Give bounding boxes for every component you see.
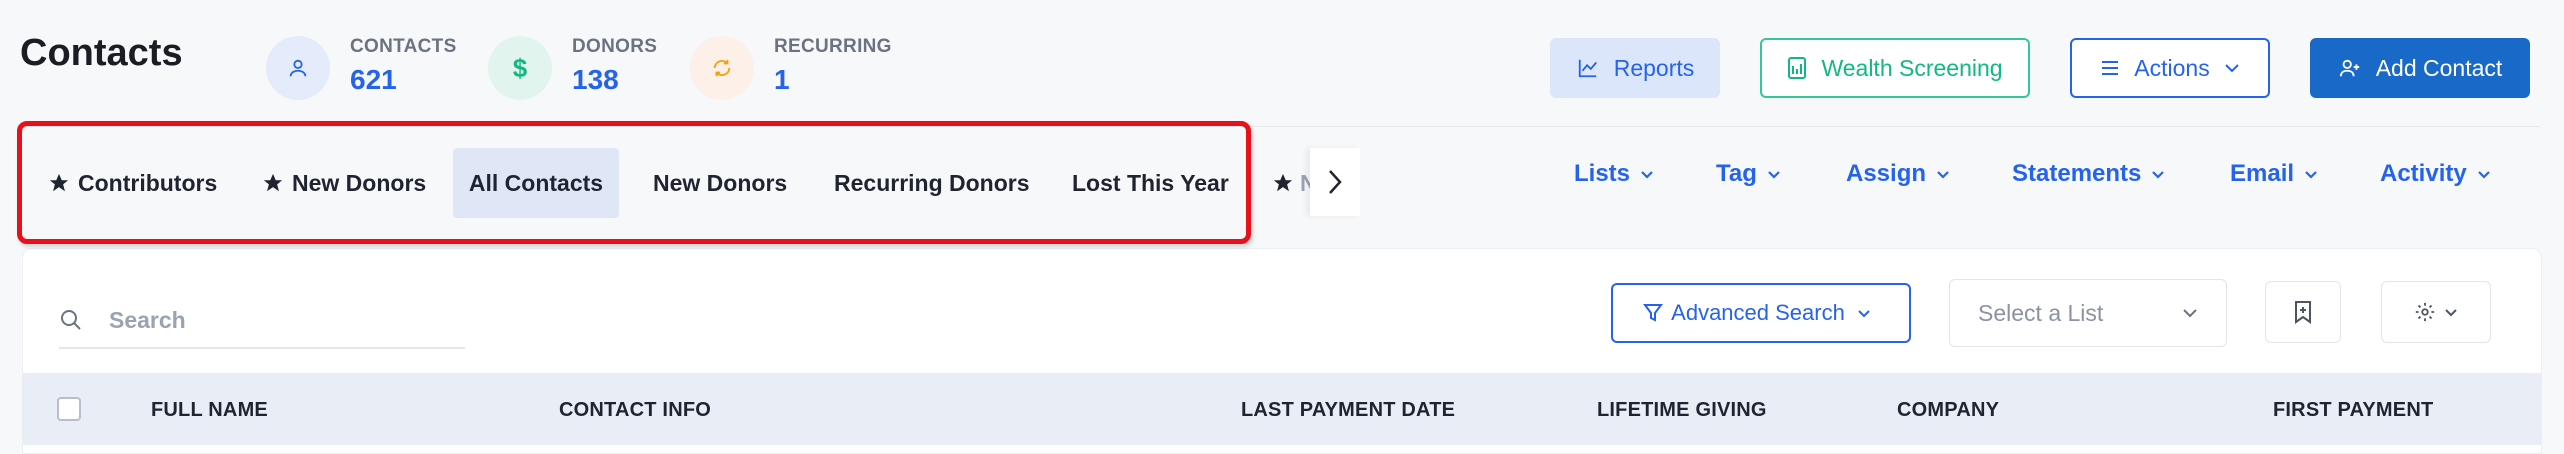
stat-label: CONTACTS — [350, 36, 457, 57]
select-all-checkbox[interactable] — [57, 397, 81, 421]
gear-icon — [2415, 302, 2435, 322]
tab-lost-this-year[interactable]: Lost This Year — [1052, 148, 1249, 218]
bookmark-plus-icon — [2295, 301, 2311, 324]
chevron-down-icon — [2305, 170, 2317, 179]
stat-label: DONORS — [572, 36, 658, 57]
tab-label: Recurring Donors — [834, 169, 1030, 196]
column-contact-info[interactable]: CONTACT INFO — [559, 399, 711, 422]
menu-activity[interactable]: Activity — [2380, 160, 2491, 188]
search-icon — [61, 310, 81, 330]
tab-label: All Contacts — [468, 169, 604, 196]
stat-label: RECURRING — [774, 36, 892, 57]
tab-contributors[interactable]: Contributors — [28, 148, 237, 218]
tab-new-donors[interactable]: New Donors — [633, 148, 807, 218]
user-icon — [266, 36, 330, 100]
stat-value: 138 — [572, 64, 619, 95]
star-icon — [49, 173, 69, 192]
wealth-screening-button[interactable]: Wealth Screening — [1760, 38, 2030, 98]
actions-button[interactable]: Actions — [2070, 38, 2270, 98]
column-first-payment[interactable]: FIRST PAYMENT — [2273, 399, 2433, 422]
menu-label: Lists — [1574, 160, 1631, 187]
table-header: FULL NAME CONTACT INFO LAST PAYMENT DATE… — [23, 373, 2541, 445]
chevron-down-icon — [1641, 170, 1653, 179]
chevron-down-icon — [2152, 170, 2165, 179]
page-title: Contacts — [20, 32, 183, 74]
user-plus-icon — [2339, 59, 2359, 77]
stat-recurring: RECURRING 1 — [690, 36, 892, 102]
menu-lists[interactable]: Lists — [1574, 160, 1654, 188]
advanced-search-button[interactable]: Advanced Search — [1611, 283, 1911, 343]
column-lifetime-giving[interactable]: LIFETIME GIVING — [1597, 399, 1767, 422]
star-icon — [1273, 173, 1293, 192]
tab-label: Contributors — [78, 169, 218, 196]
chevron-down-icon — [2183, 309, 2197, 318]
menu-tag[interactable]: Tag — [1716, 160, 1781, 188]
advanced-search-label: Advanced Search — [1671, 300, 1845, 325]
chevron-right-icon — [1329, 170, 1342, 194]
search-box — [59, 293, 465, 349]
refresh-icon — [690, 36, 754, 100]
chevron-down-icon — [1937, 170, 1949, 179]
tab-recurring-donors[interactable]: Recurring Donors — [814, 148, 1050, 218]
page-header: Contacts CONTACTS 621 $ DONORS 138 RECUR… — [0, 0, 2564, 128]
tab-new-donors-starred[interactable]: New Donors — [242, 148, 446, 218]
reports-label: Reports — [1613, 54, 1695, 81]
column-last-payment-date[interactable]: LAST PAYMENT DATE — [1241, 399, 1455, 422]
contacts-panel: Advanced Search Select a List FULL NAME … — [22, 248, 2542, 454]
menu-label: Activity — [2380, 160, 2467, 187]
select-list-placeholder: Select a List — [1978, 299, 2104, 326]
column-full-name[interactable]: FULL NAME — [151, 399, 268, 422]
menu-label: Statements — [2012, 160, 2142, 187]
calculator-icon — [1788, 57, 1807, 79]
menu-email[interactable]: Email — [2230, 160, 2318, 188]
dollar-icon: $ — [488, 36, 552, 100]
column-company[interactable]: COMPANY — [1897, 399, 1999, 422]
tabs-scroll-right-button[interactable] — [1310, 148, 1360, 216]
tab-label: New Donors — [653, 169, 788, 196]
actions-label: Actions — [2134, 54, 2210, 81]
add-contact-label: Add Contact — [2375, 54, 2503, 81]
menu-statements[interactable]: Statements — [2012, 160, 2165, 188]
stat-value: 621 — [350, 64, 397, 95]
star-icon — [263, 173, 283, 192]
search-input[interactable] — [109, 306, 439, 334]
menu-label: Tag — [1716, 160, 1757, 187]
tab-label: New Donors — [292, 169, 427, 196]
chevron-down-icon — [2477, 170, 2490, 179]
menu-assign[interactable]: Assign — [1846, 160, 1950, 188]
menu-label: Assign — [1846, 160, 1927, 187]
saved-search-button[interactable] — [2265, 281, 2341, 343]
filter-icon — [1643, 304, 1664, 322]
chart-line-icon — [1578, 59, 1597, 78]
stat-donors: $ DONORS 138 — [488, 36, 657, 102]
stat-contacts: CONTACTS 621 — [266, 36, 457, 102]
chevron-down-icon — [1768, 170, 1780, 179]
wealth-screening-label: Wealth Screening — [1821, 54, 2003, 81]
select-list-dropdown[interactable]: Select a List — [1949, 279, 2227, 347]
stat-value: 1 — [774, 64, 790, 95]
add-contact-button[interactable]: Add Contact — [2310, 38, 2530, 98]
menu-label: Email — [2230, 160, 2295, 187]
chevron-down-icon — [2445, 308, 2457, 316]
tab-all-contacts[interactable]: All Contacts — [453, 148, 619, 218]
reports-button[interactable]: Reports — [1550, 38, 1720, 98]
header-divider — [20, 126, 2540, 127]
table-settings-button[interactable] — [2381, 281, 2491, 343]
menu-icon — [2102, 61, 2119, 75]
chevron-down-icon — [1858, 309, 1870, 317]
chevron-down-icon — [2225, 64, 2239, 73]
tab-label: Lost This Year — [1072, 169, 1229, 196]
